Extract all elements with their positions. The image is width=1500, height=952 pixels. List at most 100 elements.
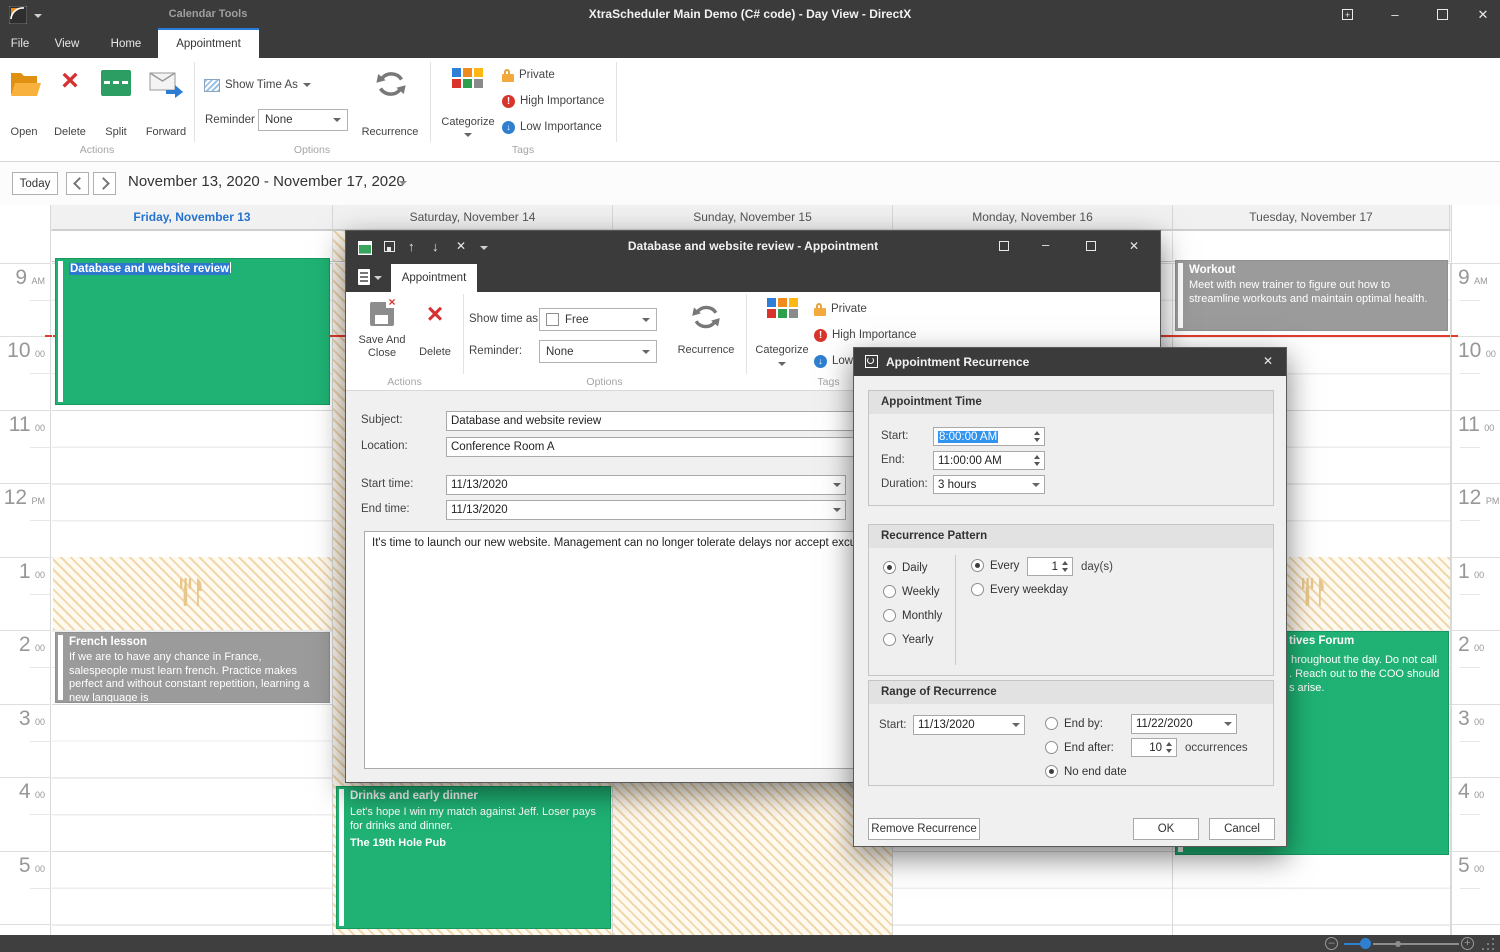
start-time-spinner[interactable]: 8:00:00 AM [933, 427, 1045, 446]
occurrences-spinner[interactable]: 10 [1131, 738, 1177, 757]
ok-button[interactable]: OK [1133, 818, 1199, 840]
minimize-button[interactable]: – [1380, 4, 1410, 26]
date-range-chevron-icon[interactable] [399, 181, 407, 185]
dialog-recurrence-button[interactable]: Recurrence [668, 294, 744, 374]
range-of-recurrence-group: Range of Recurrence Start: 11/13/2020 En… [868, 680, 1274, 786]
open-button[interactable]: Open [2, 62, 46, 140]
day-header-monday[interactable]: Monday, November 16 [893, 205, 1173, 230]
save-and-close-button[interactable]: × Save AndClose [356, 296, 408, 374]
contextual-tab-label: Calendar Tools [160, 8, 256, 20]
allday-area-tuesday[interactable] [1173, 231, 1450, 262]
range-start-combobox[interactable]: 11/13/2020 [913, 715, 1025, 735]
chevron-down-icon [642, 318, 650, 322]
event-workout[interactable]: Workout Meet with new trainer to figure … [1175, 260, 1448, 331]
tab-view[interactable]: View [44, 30, 90, 58]
low-importance-button[interactable]: ↓ Low Importance [502, 119, 602, 135]
forward-envelope-icon [149, 70, 183, 98]
recurrence-arrows-icon [373, 66, 409, 102]
reminder-combobox[interactable]: None [258, 109, 348, 131]
radio-daily[interactable]: Daily [883, 561, 928, 574]
subject-label: Subject: [361, 414, 403, 426]
day-header-friday[interactable]: Friday, November 13 [52, 205, 333, 230]
resize-grip[interactable] [1482, 938, 1494, 950]
maximize-button[interactable] [1427, 4, 1457, 26]
radio-no-end-date[interactable]: No end date [1045, 765, 1127, 778]
chevron-down-icon [833, 483, 841, 487]
remove-recurrence-button[interactable]: Remove Recurrence [868, 818, 980, 840]
recurrence-button[interactable]: Recurrence [358, 62, 422, 140]
cancel-button[interactable]: Cancel [1209, 818, 1275, 840]
event-database-website-review[interactable]: Database and website review [55, 258, 330, 405]
appointment-dialog-title: Database and website review - Appointmen… [346, 239, 1160, 253]
expand-icon[interactable] [999, 241, 1009, 251]
backstage-icon[interactable] [358, 269, 370, 285]
day-header-saturday[interactable]: Saturday, November 14 [333, 205, 613, 230]
group-separator [746, 294, 747, 374]
show-time-as-button[interactable]: Show Time As [204, 77, 311, 93]
categorize-button[interactable]: Categorize [436, 62, 500, 140]
radio-every-weekday[interactable]: Every weekday [971, 583, 1068, 596]
tab-home[interactable]: Home [98, 30, 154, 58]
backstage-chevron-icon[interactable] [374, 276, 382, 280]
end-by-combobox[interactable]: 11/22/2020 [1131, 714, 1237, 734]
spin-buttons[interactable] [1034, 431, 1040, 442]
event-french-lesson[interactable]: French lesson If we are to have any chan… [55, 632, 330, 703]
ribbon: Open × Delete Split Forward Actions [0, 58, 1500, 162]
start-time-input[interactable]: 11/13/2020 [446, 475, 846, 495]
maximize-icon[interactable] [1086, 241, 1096, 251]
radio-weekly[interactable]: Weekly [883, 585, 940, 598]
date-range-label[interactable]: November 13, 2020 - November 17, 2020 [128, 173, 405, 190]
split-button[interactable]: Split [94, 62, 138, 140]
dialog-low-importance-button[interactable]: ↓ Low [814, 353, 853, 369]
group-separator [463, 294, 464, 374]
private-button[interactable]: Private [502, 67, 555, 83]
dialog-high-importance-button[interactable]: ! High Importance [814, 327, 916, 343]
today-button[interactable]: Today [12, 172, 58, 195]
radio-every-n-days[interactable]: Every [971, 559, 1019, 572]
high-importance-icon: ! [814, 329, 827, 342]
spin-buttons[interactable] [1166, 742, 1172, 753]
day-header-tuesday[interactable]: Tuesday, November 17 [1173, 205, 1450, 230]
close-icon[interactable]: ✕ [1129, 239, 1139, 253]
prev-button[interactable] [66, 172, 89, 195]
delete-button[interactable]: × Delete [48, 62, 92, 140]
appointment-dialog-tab[interactable]: Appointment [391, 264, 477, 292]
zoom-slider-track[interactable] [1373, 943, 1459, 945]
dialog-private-button[interactable]: Private [814, 301, 867, 317]
event-drinks-early-dinner[interactable]: Drinks and early dinner Let's hope I win… [336, 786, 611, 929]
dialog-categorize-button[interactable]: Categorize [751, 294, 813, 374]
close-button[interactable]: ✕ [1468, 4, 1498, 26]
radio-monthly[interactable]: Monthly [883, 609, 942, 622]
show-time-as-combobox[interactable]: Free [539, 308, 657, 331]
radio-end-by[interactable]: End by: [1045, 717, 1103, 730]
new-window-icon[interactable]: + [1332, 4, 1362, 26]
event-body: Meet with new trainer to figure out how … [1189, 279, 1439, 306]
spin-buttons[interactable] [1062, 561, 1068, 572]
every-days-spinner[interactable]: 1 [1027, 557, 1073, 576]
tab-file[interactable]: File [0, 30, 40, 58]
spin-buttons[interactable] [1034, 455, 1040, 466]
duration-combobox[interactable]: 3 hours [933, 475, 1045, 494]
tab-appointment[interactable]: Appointment [158, 30, 259, 58]
minimize-icon[interactable]: – [1042, 237, 1049, 252]
event-body: s arise. [1289, 682, 1324, 696]
dialog-delete-button[interactable]: × Delete [414, 296, 456, 374]
high-importance-button[interactable]: ! High Importance [502, 93, 604, 109]
event-title[interactable]: Database and website review [69, 262, 231, 275]
event-location: The 19th Hole Pub [350, 837, 602, 851]
end-time-spinner[interactable]: 11:00:00 AM [933, 451, 1045, 470]
chevron-down-icon [833, 508, 841, 512]
end-time-input[interactable]: 11/13/2020 [446, 500, 846, 520]
close-icon[interactable]: ✕ [1263, 354, 1273, 368]
appointment-dialog-tabrow: Appointment [346, 264, 1160, 292]
dialog-reminder-combobox[interactable]: None [539, 340, 657, 363]
zoom-out-icon[interactable]: – [1325, 937, 1338, 950]
zoom-slider-thumb[interactable] [1360, 938, 1371, 949]
options-group-caption: Options [194, 144, 430, 158]
day-header-sunday[interactable]: Sunday, November 15 [613, 205, 893, 230]
radio-end-after[interactable]: End after: [1045, 741, 1114, 754]
radio-yearly[interactable]: Yearly [883, 633, 934, 646]
next-button[interactable] [93, 172, 116, 195]
forward-button[interactable]: Forward [140, 62, 192, 140]
zoom-in-icon[interactable]: + [1461, 937, 1474, 950]
